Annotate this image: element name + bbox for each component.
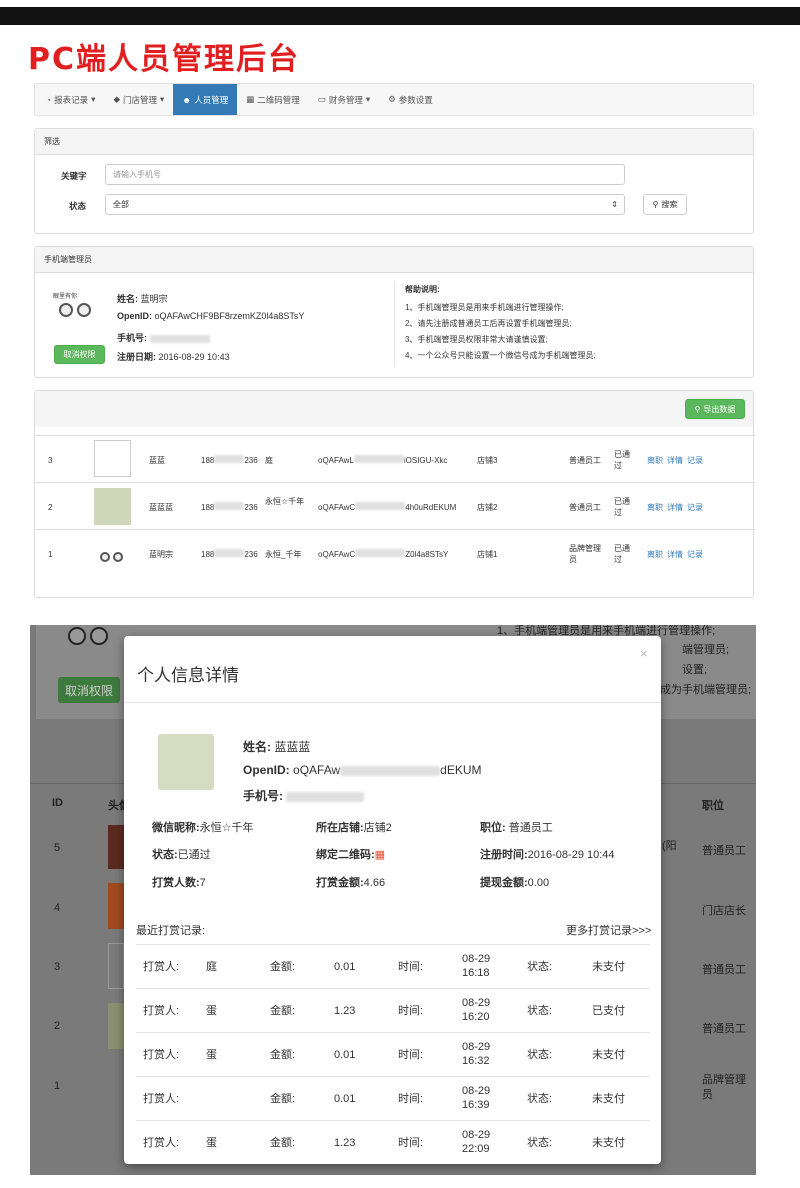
openid: oQAFAwL iOSIGU-Xkc xyxy=(318,455,448,465)
table-row: 1 蓝明宗 188 236 永恒_千年 oQAFAwC Z0l4a8STsY 店铺1… xyxy=(35,529,755,576)
nav-stores[interactable]: ◆ 门店管理 ▾ xyxy=(104,84,173,115)
avatar xyxy=(108,825,124,869)
avatar-eye-left xyxy=(59,303,73,317)
status-label: 状态 xyxy=(69,201,87,211)
nav-staff[interactable]: ☻ 人员管理 xyxy=(173,84,238,115)
keyword-label: 关键字 xyxy=(61,171,87,181)
keyword-input[interactable]: 请输入手机号 xyxy=(105,164,625,185)
detail-link[interactable]: 详情 xyxy=(667,455,683,466)
help-title: 帮助说明: xyxy=(405,285,440,294)
avatar-caption: 眼里有你 xyxy=(53,294,78,300)
cancel-permission-button[interactable]: 取消权限 xyxy=(54,345,105,364)
openid: oQAFAwC 4h0uRdEKUM xyxy=(318,502,457,512)
modal-title: 个人信息详情 xyxy=(137,666,239,685)
avatar-eye-right xyxy=(113,552,123,562)
table-toolbar xyxy=(35,391,753,427)
phone: 188 236 xyxy=(201,455,258,465)
help-list: 1、手机端管理员是用来手机端进行管理操作; 2、请先注册成普通员工后再设置手机端… xyxy=(405,303,596,360)
modal-openid: OpenID: oQAFAw dEKUM xyxy=(243,763,482,777)
avatar-eye-left xyxy=(68,627,86,645)
admin-screenshot: ◔ 报表记录 ▾ ◆ 门店管理 ▾ ☻ 人员管理 ▦ 二维码管理 ▭ 财务管理 ▾ ⚙ 参数设置 … xyxy=(34,80,756,606)
list-item: 打赏人: 蛋 金额: 1.23 时间: 08-29 16:20 状态: 已支付 xyxy=(136,988,650,1032)
table-row: 2 蓝蓝蓝 188 236 永恒☆千年 oQAFAwC 4h0uRdEKUM 店铺2… xyxy=(35,482,755,529)
resign-link[interactable]: 离职 xyxy=(647,549,663,560)
phone: 188 236 xyxy=(201,502,258,512)
list-item: 打赏人: 蛋 金额: 1.23 时间: 08-29 22:09 状态: 未支付 xyxy=(136,1120,650,1164)
page-heading: PC端人员管理后台 xyxy=(28,42,301,77)
recent-label: 最近打赏记录: xyxy=(136,925,206,937)
record-link[interactable]: 记录 xyxy=(687,502,703,513)
list-item: 打赏人: 蛋 金额: 0.01 时间: 08-29 16:32 状态: 未支付 xyxy=(136,1032,650,1076)
blurred-phone xyxy=(149,334,210,343)
top-bar xyxy=(0,7,800,25)
manager-name: 姓名: 蓝明宗 xyxy=(117,294,168,304)
chevron-down-icon: ▾ xyxy=(160,94,165,104)
nav-reports[interactable]: ◔ 报表记录 ▾ xyxy=(37,84,104,115)
filter-title: 筛选 xyxy=(35,129,753,155)
avatar xyxy=(94,440,131,477)
detail-link[interactable]: 详情 xyxy=(667,502,683,513)
list-item: 打赏人: 庭 金额: 0.01 时间: 08-29 16:18 状态: 未支付 xyxy=(136,944,650,988)
manager-phone: 手机号: xyxy=(117,331,210,344)
money-icon: ▭ xyxy=(317,94,326,104)
divider xyxy=(394,281,395,367)
export-button[interactable]: ⚲ 导出数据 xyxy=(685,399,745,419)
avatar xyxy=(108,883,124,929)
modal-divider xyxy=(124,702,661,703)
select-arrows-icon: ⇕ xyxy=(611,200,618,209)
record-link[interactable]: 记录 xyxy=(687,549,703,560)
search-button[interactable]: ⚲ 搜索 xyxy=(643,194,687,215)
avatar-eye-left xyxy=(100,552,110,562)
qrcode-icon[interactable]: ▦ xyxy=(375,849,385,861)
qrcode-icon: ▦ xyxy=(246,94,255,104)
avatar xyxy=(158,734,214,790)
record-link[interactable]: 记录 xyxy=(687,455,703,466)
chevron-down-icon: ▾ xyxy=(365,94,371,104)
nav-finance[interactable]: ▭ 财务管理 ▾ xyxy=(309,84,379,115)
avatar xyxy=(94,488,131,525)
manager-openid: OpenID: oQAFAwCHF9BF8rzemKZ0l4a8STsY xyxy=(117,311,305,321)
more-records-link[interactable]: 更多打赏记录>>> xyxy=(566,922,651,938)
manager-title: 手机端管理员 xyxy=(35,247,753,273)
manager-panel: 手机端管理员 眼里有你 取消权限 姓名: 蓝明宗 OpenID: oQAFAwC… xyxy=(34,246,754,378)
tag-icon: ◆ xyxy=(113,94,120,104)
close-icon[interactable]: × xyxy=(640,646,648,661)
manager-date: 注册日期: 2016-08-29 10:43 xyxy=(117,352,230,362)
list-item: 打赏人: 金额: 0.01 时间: 08-29 16:39 状态: 未支付 xyxy=(136,1076,650,1120)
filter-panel: 筛选 关键字 请输入手机号 状态 全部 ⇕ ⚲ 搜索 xyxy=(34,128,754,234)
avatar xyxy=(108,943,124,989)
avatar-eye-right xyxy=(90,627,108,645)
search-icon: ⚲ xyxy=(652,200,659,209)
top-nav: ◔ 报表记录 ▾ ◆ 门店管理 ▾ ☻ 人员管理 ▦ 二维码管理 ▭ 财务管理 ▾ ⚙ 参数设置 xyxy=(34,83,754,116)
resign-link[interactable]: 离职 xyxy=(647,455,663,466)
chart-icon: ◔ xyxy=(46,94,52,105)
openid: oQAFAwC Z0l4a8STsY xyxy=(318,549,449,559)
staff-table-panel: ⚲ 导出数据 3 蓝蓝 188 236 庭 oQAFAwL iOSIGU-Xkc 店铺… xyxy=(34,390,755,598)
resign-link[interactable]: 离职 xyxy=(647,502,663,513)
phone: 188 236 xyxy=(201,549,258,559)
nav-settings[interactable]: ⚙ 参数设置 xyxy=(379,84,442,115)
chevron-down-icon: ▾ xyxy=(91,94,96,104)
detail-link[interactable]: 详情 xyxy=(667,549,683,560)
status-select[interactable]: 全部 ⇕ xyxy=(105,194,625,215)
nav-qrcode[interactable]: ▦ 二维码管理 xyxy=(237,84,309,115)
gear-icon: ⚙ xyxy=(388,94,396,104)
avatar xyxy=(108,1003,124,1049)
avatar-eye-right xyxy=(77,303,91,317)
backdrop-cancel-button: 取消权限 xyxy=(58,677,120,703)
table-row: 3 蓝蓝 188 236 庭 oQAFAwL iOSIGU-Xkc 店铺3 普通员工… xyxy=(35,435,755,482)
search-icon: ⚲ xyxy=(694,404,701,414)
modal-phone: 手机号: xyxy=(243,787,365,804)
modal-name: 姓名: 蓝蓝蓝 xyxy=(243,740,311,754)
detail-modal: 个人信息详情 × 姓名: 蓝蓝蓝 OpenID: oQAFAw dEKUM 手机号… xyxy=(124,636,661,1164)
users-icon: ☻ xyxy=(182,94,192,105)
